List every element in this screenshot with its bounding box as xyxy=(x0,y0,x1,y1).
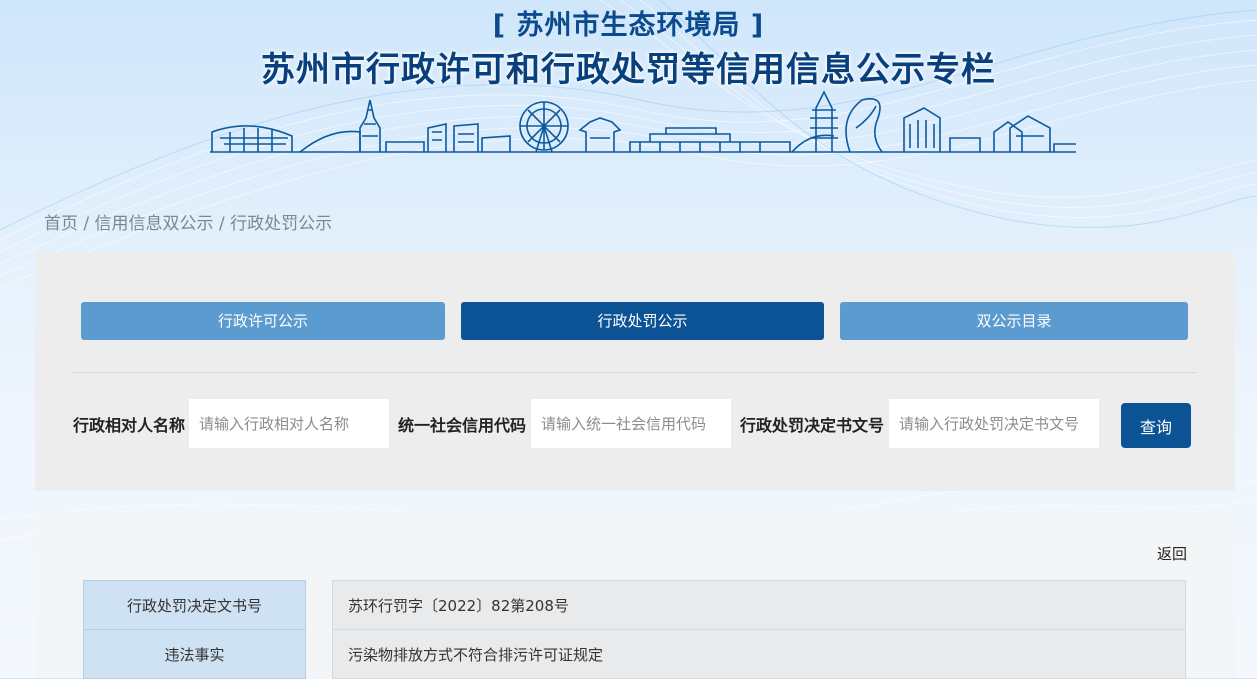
breadcrumb-separator: / xyxy=(213,214,231,234)
breadcrumb-separator: / xyxy=(78,214,95,234)
decision-number-input[interactable] xyxy=(889,399,1099,448)
page-title: 苏州市行政许可和行政处罚等信用信息公示专栏 xyxy=(261,50,996,90)
page-header: [ 苏州市生态环境局 ] 苏州市行政许可和行政处罚等信用信息公示专栏 xyxy=(0,0,1257,200)
search-button[interactable]: 查询 xyxy=(1121,403,1191,448)
back-link[interactable]: 返回 xyxy=(1157,543,1187,564)
tab-admin-license[interactable]: 行政许可公示 xyxy=(81,302,445,340)
detail-panel: 返回 行政处罚决定文书号 苏环行罚字〔2022〕82第208号 违法事实 污染物… xyxy=(35,511,1235,679)
table-row: 行政处罚决定文书号 苏环行罚字〔2022〕82第208号 xyxy=(83,580,1186,630)
row-key-violation-fact: 违法事实 xyxy=(83,629,306,679)
row-value-violation-fact: 污染物排放方式不符合排污许可证规定 xyxy=(332,629,1186,679)
field-label-credit-code: 统一社会信用代码 xyxy=(398,416,527,435)
panel-divider xyxy=(73,372,1196,373)
tab-admin-penalty[interactable]: 行政处罚公示 xyxy=(461,302,824,340)
breadcrumb: 首页 / 信用信息双公示 / 行政处罚公示 xyxy=(44,209,332,234)
breadcrumb-credit-info[interactable]: 信用信息双公示 xyxy=(95,214,214,234)
search-panel: 行政许可公示 行政处罚公示 双公示目录 行政相对人名称 统一社会信用代码 行政处… xyxy=(35,252,1235,491)
org-name: [ 苏州市生态环境局 ] xyxy=(492,10,765,41)
table-row: 违法事实 污染物排放方式不符合排污许可证规定 xyxy=(83,629,1186,679)
breadcrumb-current: 行政处罚公示 xyxy=(230,214,333,234)
credit-code-input[interactable] xyxy=(531,399,731,448)
field-label-party-name: 行政相对人名称 xyxy=(73,416,186,435)
city-skyline-illustration xyxy=(210,90,1076,153)
tab-disclosure-catalog[interactable]: 双公示目录 xyxy=(840,302,1188,340)
row-key-decision-number: 行政处罚决定文书号 xyxy=(83,580,306,630)
penalty-detail-table: 行政处罚决定文书号 苏环行罚字〔2022〕82第208号 违法事实 污染物排放方… xyxy=(83,580,1186,679)
party-name-input[interactable] xyxy=(189,399,389,448)
row-value-decision-number: 苏环行罚字〔2022〕82第208号 xyxy=(332,580,1186,630)
breadcrumb-home[interactable]: 首页 xyxy=(44,214,78,234)
field-label-decision-number: 行政处罚决定书文号 xyxy=(740,416,885,435)
